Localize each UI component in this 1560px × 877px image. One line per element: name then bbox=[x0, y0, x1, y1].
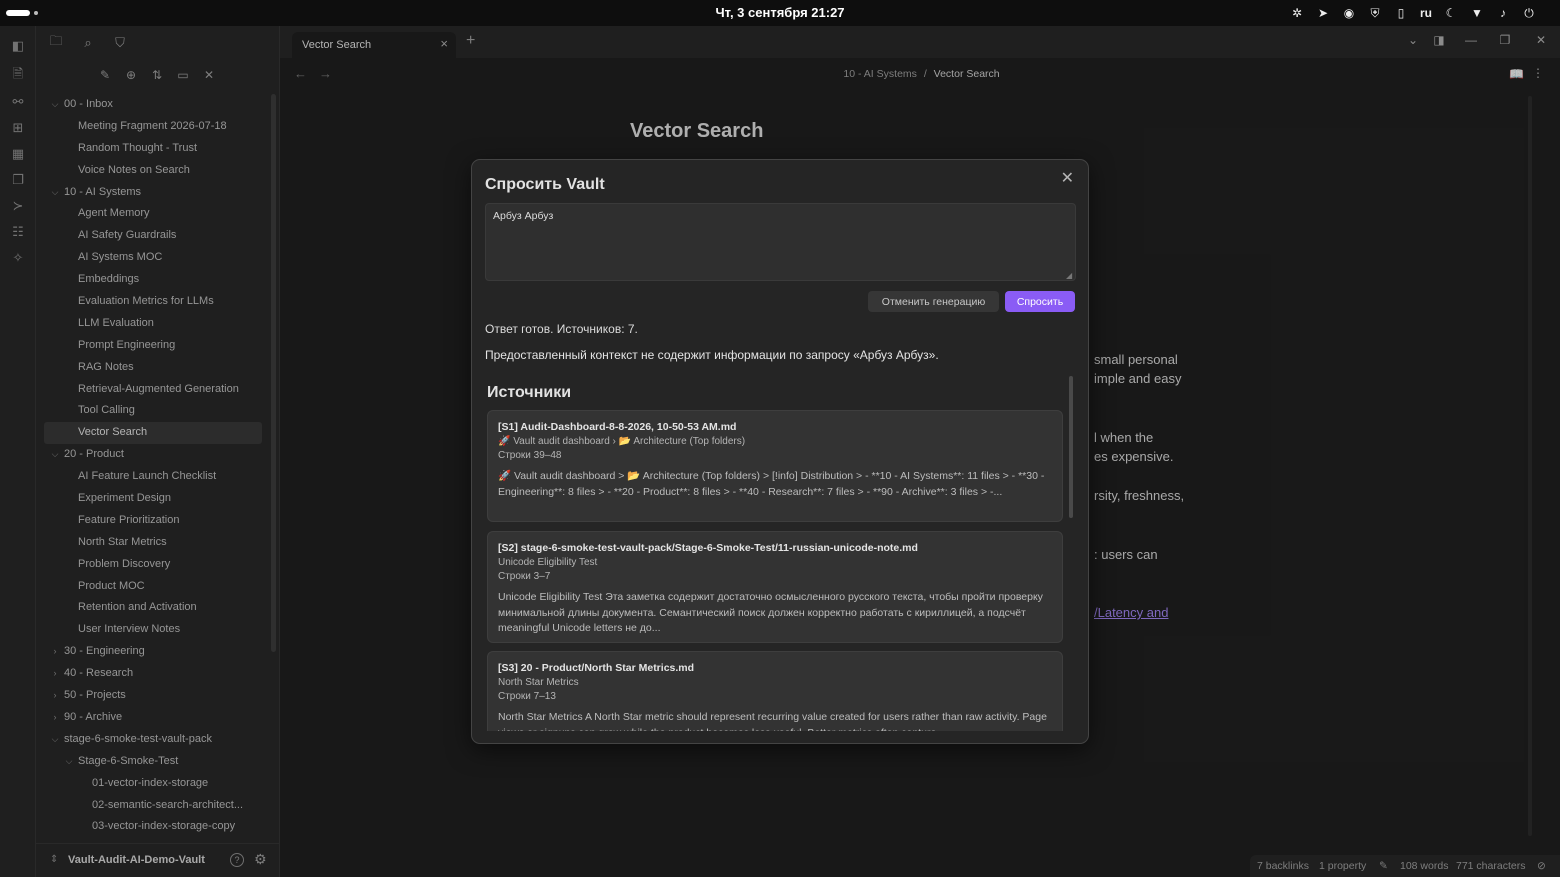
system-tray: ✲ ➤ ◉ ⛨ ▯ ru ☾ ▼ ♪ ⏻ bbox=[1288, 4, 1538, 22]
extensions-icon[interactable]: ✲ bbox=[1288, 4, 1306, 22]
source-title[interactable]: [S2] stage-6-smoke-test-vault-pack/Stage… bbox=[498, 542, 918, 554]
telegram-icon[interactable]: ➤ bbox=[1314, 4, 1332, 22]
power-icon[interactable]: ⏻ bbox=[1520, 4, 1538, 22]
source-lines: Строки 3–7 bbox=[498, 571, 551, 582]
source-lines: Строки 7–13 bbox=[498, 691, 556, 702]
source-snippet: Unicode Eligibility Test Эта заметка сод… bbox=[498, 591, 1043, 634]
source-snippet: 🚀 Vault audit dashboard > 📂 Architecture… bbox=[498, 470, 1045, 498]
source-heading-path: Unicode Eligibility Test bbox=[498, 557, 598, 568]
modal-title: Спросить Vault bbox=[485, 176, 605, 193]
source-card[interactable]: [S3] 20 - Product/North Star Metrics.md … bbox=[487, 651, 1063, 731]
resize-grip-icon[interactable]: ◢ bbox=[1066, 271, 1072, 280]
source-heading-path: North Star Metrics bbox=[498, 677, 579, 688]
cancel-generation-button[interactable]: Отменить генерацию bbox=[868, 291, 999, 312]
query-input[interactable]: Арбуз Арбуз bbox=[485, 203, 1076, 281]
source-heading-path: 🚀 Vault audit dashboard › 📂 Architecture… bbox=[498, 436, 746, 447]
answer-text: Предоставленный контекст не содержит инф… bbox=[485, 348, 939, 362]
source-title[interactable]: [S1] Audit-Dashboard-8-8-2026, 10-50-53 … bbox=[498, 421, 736, 433]
ask-button[interactable]: Спросить bbox=[1005, 291, 1075, 312]
answer-status: Ответ готов. Источников: 7. bbox=[485, 322, 638, 336]
system-top-bar: Чт, 3 сентября 21:27 ✲ ➤ ◉ ⛨ ▯ ru ☾ ▼ ♪ … bbox=[0, 0, 1560, 26]
source-snippet: North Star Metrics A North Star metric s… bbox=[498, 711, 1047, 731]
source-card[interactable]: [S2] stage-6-smoke-test-vault-pack/Stage… bbox=[487, 531, 1063, 643]
source-card[interactable]: [S1] Audit-Dashboard-8-8-2026, 10-50-53 … bbox=[487, 410, 1063, 522]
source-title[interactable]: [S3] 20 - Product/North Star Metrics.md bbox=[498, 662, 694, 674]
language-indicator[interactable]: ru bbox=[1418, 4, 1434, 22]
ask-vault-modal: ✕ Спросить Vault Арбуз Арбуз ◢ Отменить … bbox=[471, 159, 1089, 744]
night-light-icon[interactable]: ☾ bbox=[1442, 4, 1460, 22]
shield-icon[interactable]: ⛨ bbox=[1366, 4, 1384, 22]
sources-list: [S1] Audit-Dashboard-8-8-2026, 10-50-53 … bbox=[486, 409, 1064, 731]
wifi-icon[interactable]: ▼ bbox=[1468, 4, 1486, 22]
steam-icon[interactable]: ◉ bbox=[1340, 4, 1358, 22]
sources-scrollbar[interactable] bbox=[1069, 376, 1073, 518]
clipboard-icon[interactable]: ▯ bbox=[1392, 4, 1410, 22]
volume-icon[interactable]: ♪ bbox=[1494, 4, 1512, 22]
source-lines: Строки 39–48 bbox=[498, 450, 562, 461]
close-icon[interactable]: ✕ bbox=[1061, 168, 1074, 188]
sources-heading: Источники bbox=[487, 384, 572, 401]
